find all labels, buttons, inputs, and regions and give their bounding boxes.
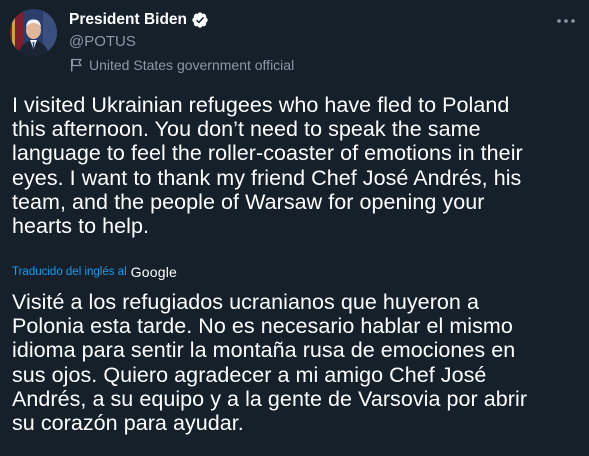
government-label-text: United States government official [89, 57, 295, 73]
google-logo: Google [130, 264, 177, 280]
more-options-icon[interactable] [555, 10, 577, 32]
avatar-portrait [10, 9, 57, 56]
name-row: President Biden [69, 10, 549, 30]
display-name[interactable]: President Biden [69, 11, 187, 29]
verified-badge-icon [191, 11, 209, 29]
tweet-header: President Biden @POTUS United States gov… [69, 10, 549, 74]
handle[interactable]: @POTUS [69, 32, 549, 51]
government-label: United States government official [69, 56, 549, 74]
tweet-card: President Biden @POTUS United States gov… [0, 0, 589, 456]
translated-text: Visité a los refugiados ucranianos que h… [12, 290, 528, 436]
avatar[interactable] [10, 9, 57, 56]
translation-credit[interactable]: Traducido del inglés al Google [12, 263, 177, 281]
tweet-text: I visited Ukrainian refugees who have fl… [12, 93, 523, 239]
translation-credit-text[interactable]: Traducido del inglés al [12, 266, 127, 278]
flag-icon [69, 58, 83, 72]
